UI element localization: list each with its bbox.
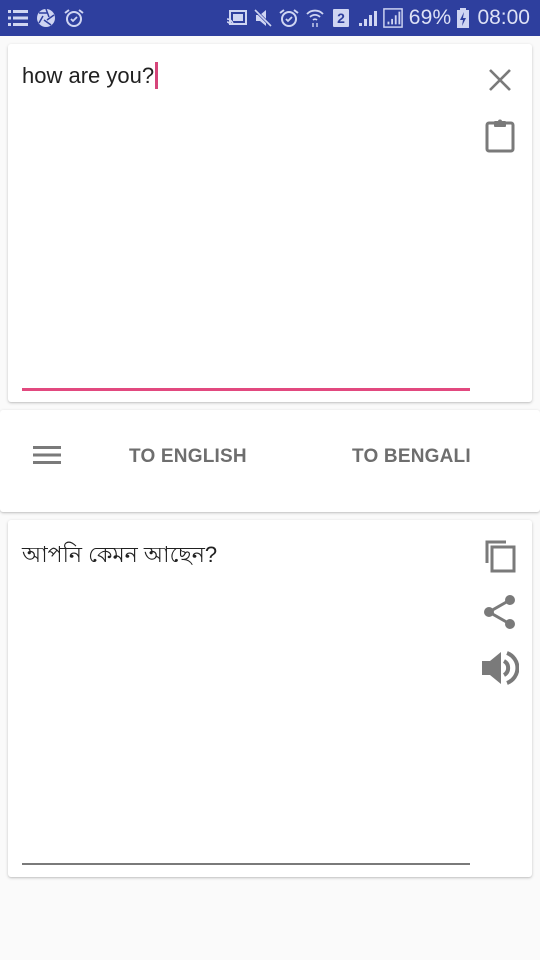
- copy-icon: [484, 539, 516, 578]
- source-text-input[interactable]: how are you?: [22, 62, 159, 89]
- notification-list-icon: [8, 8, 28, 28]
- cast-icon: [226, 8, 247, 28]
- sim2-icon: 2: [331, 8, 351, 28]
- clear-button[interactable]: [480, 62, 520, 102]
- output-underline: [22, 863, 470, 865]
- copy-button[interactable]: [480, 538, 520, 578]
- paste-button[interactable]: [480, 118, 520, 158]
- speak-button[interactable]: [480, 650, 520, 690]
- clock: 08:00: [477, 6, 530, 29]
- language-tab-bar: TO ENGLISH TO BENGALI: [0, 410, 540, 512]
- speaker-icon: [481, 649, 520, 692]
- battery-percent: 69%: [408, 6, 452, 29]
- alarm-icon: [279, 8, 299, 28]
- input-card: how are you?: [8, 44, 532, 402]
- output-card: আপনি কেমন আছেন?: [8, 520, 532, 877]
- clipboard-icon: [485, 119, 515, 158]
- wifi-icon: [305, 8, 325, 28]
- source-text: how are you?: [22, 63, 155, 88]
- close-icon: [488, 68, 512, 97]
- tab-to-english[interactable]: TO ENGLISH: [129, 446, 247, 468]
- translated-text: আপনি কেমন আছেন?: [22, 542, 218, 567]
- share-button[interactable]: [480, 594, 520, 634]
- tab-to-bengali[interactable]: TO BENGALI: [352, 446, 471, 468]
- battery-charging-icon: [457, 8, 470, 28]
- input-underline: [22, 388, 470, 391]
- share-icon: [484, 594, 516, 634]
- sim-label: 2: [337, 10, 345, 26]
- menu-button[interactable]: [28, 442, 66, 472]
- menu-icon: [33, 445, 61, 470]
- status-bar: 2 69% 08:00: [0, 0, 540, 36]
- alarm-icon: [64, 8, 84, 28]
- mute-icon: [253, 8, 273, 28]
- signal-icon: [357, 8, 377, 28]
- text-cursor: [155, 62, 159, 89]
- aperture-icon: [36, 8, 56, 28]
- signal-boxed-icon: [382, 8, 403, 28]
